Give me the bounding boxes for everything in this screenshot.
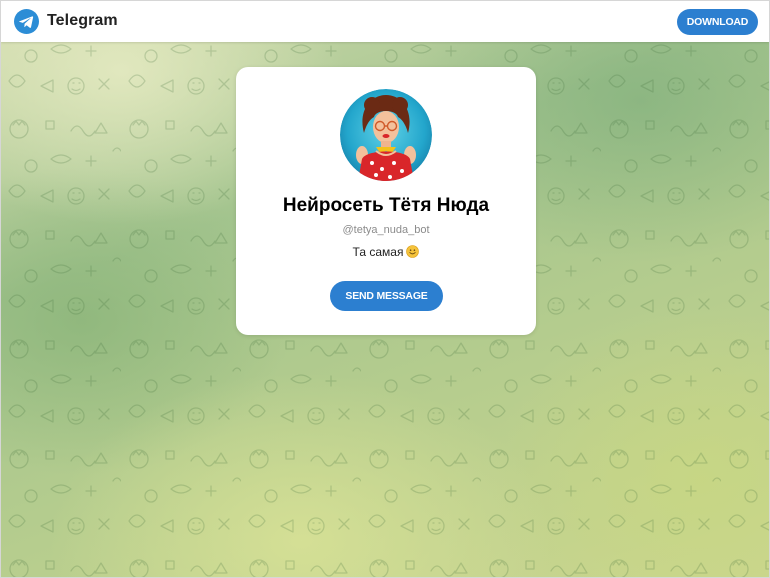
bot-username: @tetya_nuda_bot bbox=[342, 224, 430, 236]
bot-avatar bbox=[340, 89, 432, 181]
download-button[interactable]: DOWNLOAD bbox=[677, 9, 758, 35]
bot-description: Та самая bbox=[236, 245, 536, 259]
send-message-button[interactable]: SEND MESSAGE bbox=[330, 281, 443, 311]
telegram-logo-text[interactable]: Telegram bbox=[47, 12, 118, 30]
smiling-face-icon bbox=[406, 245, 420, 258]
telegram-bot-page: Telegram DOWNLOAD Нейросеть Тётя Нюда @t… bbox=[0, 0, 770, 578]
top-bar: Telegram DOWNLOAD bbox=[1, 1, 769, 42]
bot-profile-card: Нейросеть Тётя Нюда @tetya_nuda_bot Та с… bbox=[236, 67, 536, 335]
bot-name: Нейросеть Тётя Нюда bbox=[282, 195, 490, 216]
bot-avatar-illustration bbox=[340, 89, 432, 181]
bot-description-text: Та самая bbox=[352, 245, 404, 259]
telegram-plane-icon[interactable] bbox=[14, 9, 39, 34]
